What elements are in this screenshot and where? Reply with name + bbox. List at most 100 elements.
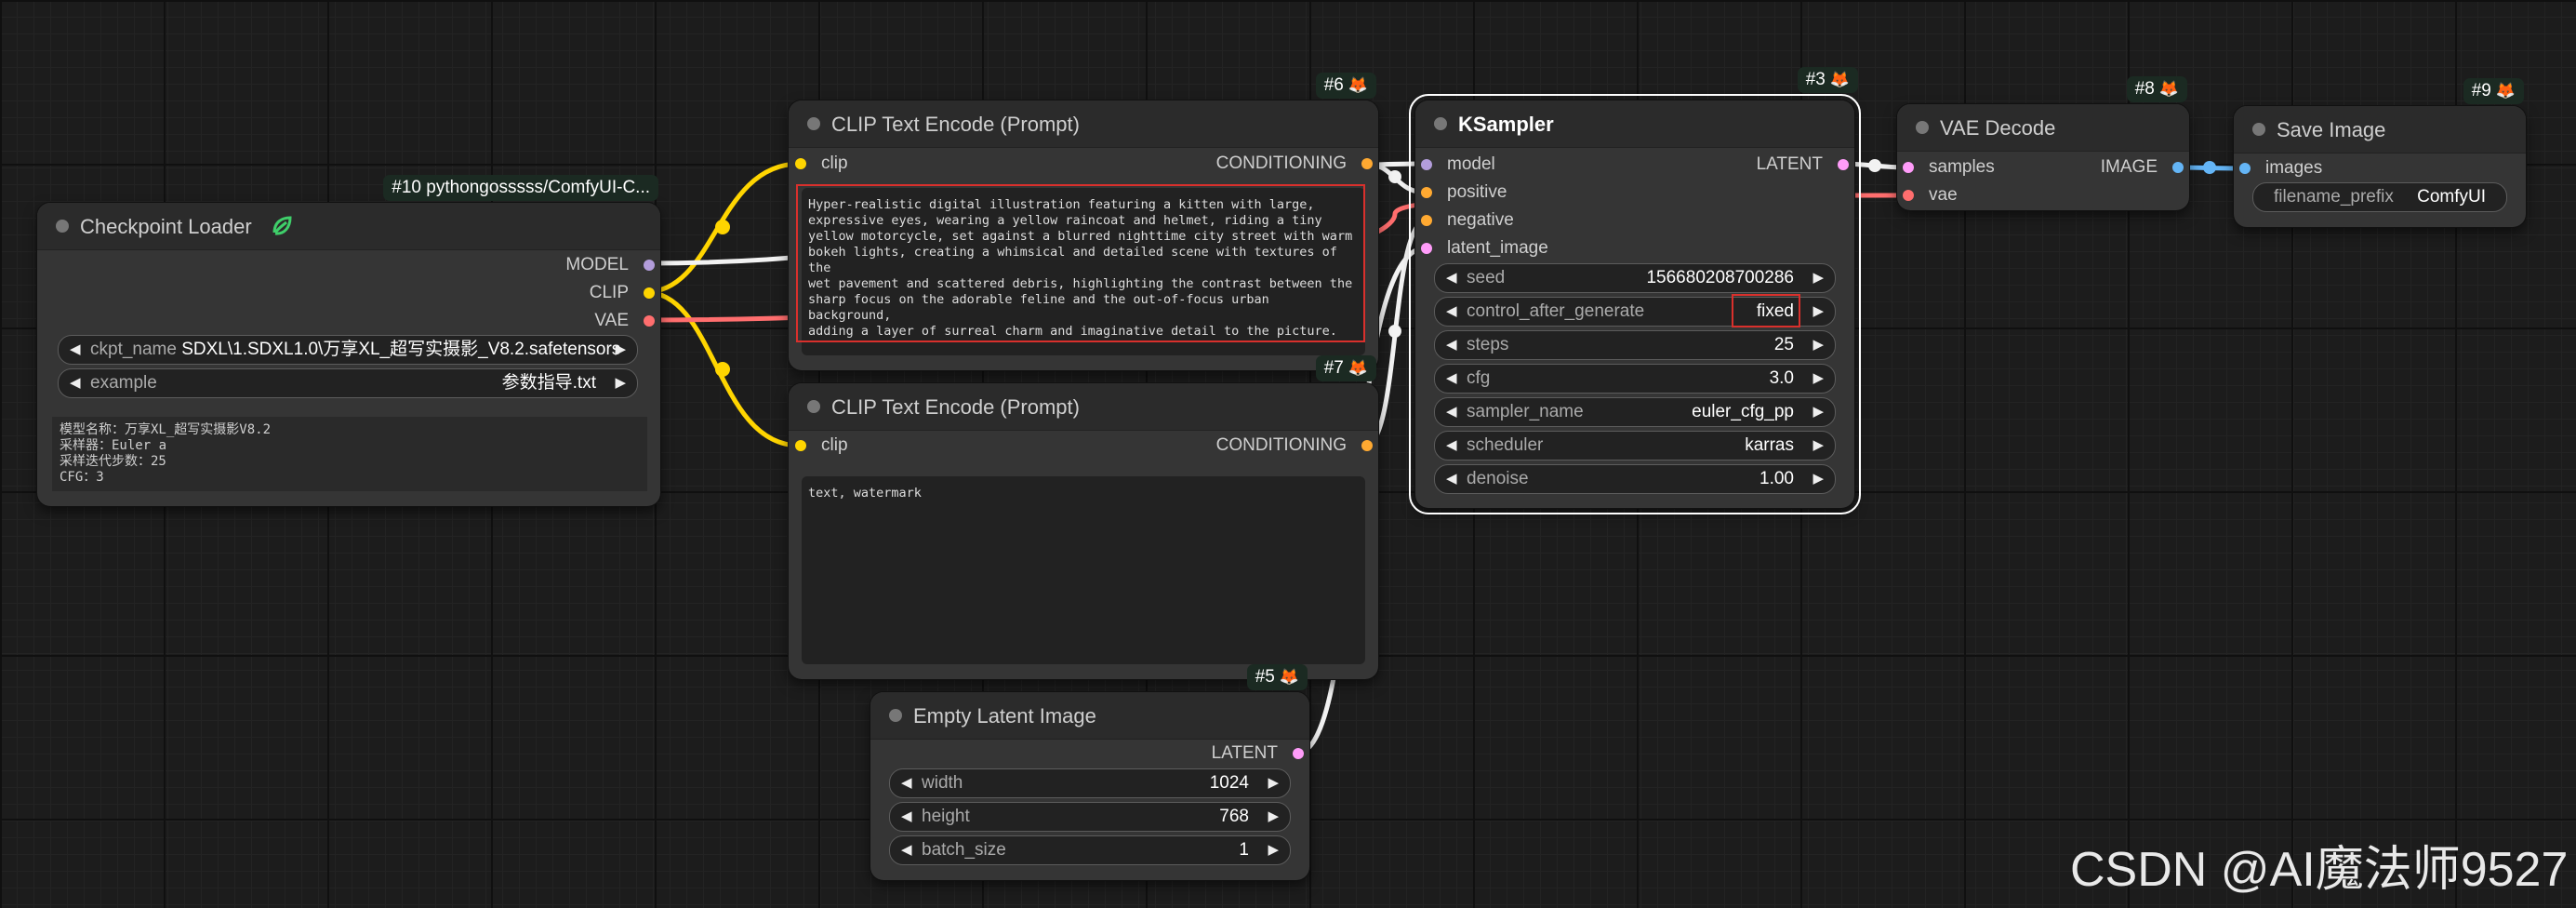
latent-pin-icon[interactable] <box>1903 162 1914 173</box>
node-title-bar[interactable]: CLIP Text Encode (Prompt) <box>789 383 1378 431</box>
node-title-bar[interactable]: Checkpoint Loader <box>37 203 660 250</box>
arrow-right-icon[interactable]: ▶ <box>615 369 626 397</box>
arrow-right-icon[interactable]: ▶ <box>1812 465 1824 493</box>
output-model[interactable]: MODEL <box>565 255 655 275</box>
widget-label: seed <box>1467 268 1506 287</box>
node-title: Checkpoint Loader <box>80 215 252 238</box>
clip-pin-icon[interactable] <box>644 287 655 299</box>
batch-size-number[interactable]: ◀ batch_size 1 ▶ <box>889 835 1291 865</box>
node-title-bar[interactable]: Save Image <box>2234 106 2526 154</box>
node-title-bar[interactable]: Empty Latent Image <box>870 692 1309 740</box>
collapse-dot-icon[interactable] <box>56 220 69 233</box>
scheduler-combo[interactable]: ◀ scheduler karras ▶ <box>1434 431 1836 461</box>
collapse-dot-icon[interactable] <box>1916 121 1929 134</box>
latent-pin-icon[interactable] <box>1838 159 1849 170</box>
vae-pin-icon[interactable] <box>644 315 655 327</box>
clip-pin-icon[interactable] <box>795 440 806 451</box>
arrow-left-icon[interactable]: ◀ <box>1446 465 1457 493</box>
prompt-textarea[interactable]: text, watermark <box>802 476 1365 664</box>
arrow-left-icon[interactable]: ◀ <box>70 369 81 397</box>
arrow-right-icon[interactable]: ▶ <box>615 336 626 364</box>
input-clip[interactable]: clip <box>795 154 848 174</box>
arrow-left-icon[interactable]: ◀ <box>1446 298 1457 326</box>
collapse-dot-icon[interactable] <box>2252 123 2265 136</box>
cfg-number[interactable]: ◀ cfg 3.0 ▶ <box>1434 364 1836 394</box>
collapse-dot-icon[interactable] <box>889 709 902 722</box>
arrow-left-icon[interactable]: ◀ <box>70 336 81 364</box>
collapse-dot-icon[interactable] <box>807 400 820 413</box>
image-pin-icon[interactable] <box>2172 162 2184 173</box>
latent-pin-icon[interactable] <box>1421 243 1432 254</box>
example-combo[interactable]: ◀ example 参数指导.txt ▶ <box>58 368 638 398</box>
arrow-right-icon[interactable]: ▶ <box>1812 264 1824 292</box>
empty-latent-image-node[interactable]: #5 🦊 Empty Latent Image LATENT ◀ width 10… <box>870 664 1309 880</box>
vae-decode-node[interactable]: #8 🦊 VAE Decode samples vae IMAGE <box>1897 76 2189 210</box>
output-conditioning[interactable]: CONDITIONING <box>1216 435 1373 456</box>
filename-prefix-input[interactable]: filename_prefix ComfyUI <box>2252 182 2507 212</box>
node-badge: #6 🦊 <box>1315 73 1376 99</box>
checkpoint-loader-node[interactable]: #10 pythongosssss/ComfyUI-C... Checkpoin… <box>37 175 660 506</box>
denoise-number[interactable]: ◀ denoise 1.00 ▶ <box>1434 464 1836 494</box>
input-model[interactable]: model <box>1421 154 1495 175</box>
output-conditioning[interactable]: CONDITIONING <box>1216 154 1373 174</box>
latent-pin-icon[interactable] <box>1293 748 1304 759</box>
model-pin-icon[interactable] <box>644 260 655 271</box>
arrow-right-icon[interactable]: ▶ <box>1268 836 1279 864</box>
save-image-node[interactable]: #9 🦊 Save Image images filename_prefix Co… <box>2234 78 2526 227</box>
arrow-left-icon[interactable]: ◀ <box>1446 432 1457 460</box>
ksampler-node[interactable]: #3 🦊 KSampler model positive negative lat… <box>1409 67 1861 514</box>
fox-icon: 🦊 <box>2495 82 2516 100</box>
input-positive[interactable]: positive <box>1421 182 1507 203</box>
arrow-left-icon[interactable]: ◀ <box>1446 331 1457 359</box>
input-images[interactable]: images <box>2239 158 2322 179</box>
node-title-bar[interactable]: VAE Decode <box>1897 104 2189 152</box>
widget-value: 3.0 <box>1769 368 1794 388</box>
arrow-right-icon[interactable]: ▶ <box>1812 331 1824 359</box>
conditioning-pin-icon[interactable] <box>1361 440 1373 451</box>
conditioning-pin-icon[interactable] <box>1421 187 1432 198</box>
arrow-right-icon[interactable]: ▶ <box>1812 398 1824 426</box>
arrow-right-icon[interactable]: ▶ <box>1268 803 1279 831</box>
collapse-dot-icon[interactable] <box>807 117 820 130</box>
arrow-left-icon[interactable]: ◀ <box>1446 365 1457 393</box>
collapse-dot-icon[interactable] <box>1434 117 1447 130</box>
arrow-left-icon[interactable]: ◀ <box>1446 398 1457 426</box>
arrow-right-icon[interactable]: ▶ <box>1812 298 1824 326</box>
seed-number[interactable]: ◀ seed 156680208700286 ▶ <box>1434 263 1836 293</box>
widget-label: batch_size <box>922 840 1006 860</box>
arrow-left-icon[interactable]: ◀ <box>901 803 912 831</box>
clip-text-encode-positive-node[interactable]: #6 🦊 CLIP Text Encode (Prompt) clip CONDI… <box>789 73 1378 370</box>
input-samples[interactable]: samples <box>1903 157 1995 178</box>
input-vae[interactable]: vae <box>1903 185 1958 206</box>
clip-text-encode-negative-node[interactable]: #7 🦊 CLIP Text Encode (Prompt) clip CONDI… <box>789 355 1378 679</box>
node-title-bar[interactable]: CLIP Text Encode (Prompt) <box>789 100 1378 148</box>
widget-label: denoise <box>1467 469 1529 488</box>
output-vae[interactable]: VAE <box>594 311 655 331</box>
steps-number[interactable]: ◀ steps 25 ▶ <box>1434 330 1836 360</box>
output-image[interactable]: IMAGE <box>2101 157 2184 178</box>
width-number[interactable]: ◀ width 1024 ▶ <box>889 768 1291 798</box>
output-clip[interactable]: CLIP <box>590 283 655 303</box>
arrow-left-icon[interactable]: ◀ <box>1446 264 1457 292</box>
input-negative[interactable]: negative <box>1421 210 1514 231</box>
sampler-name-combo[interactable]: ◀ sampler_name euler_cfg_pp ▶ <box>1434 397 1836 427</box>
arrow-right-icon[interactable]: ▶ <box>1268 769 1279 797</box>
vae-pin-icon[interactable] <box>1903 190 1914 201</box>
height-number[interactable]: ◀ height 768 ▶ <box>889 802 1291 832</box>
arrow-left-icon[interactable]: ◀ <box>901 769 912 797</box>
input-latent-image[interactable]: latent_image <box>1421 238 1548 259</box>
model-pin-icon[interactable] <box>1421 159 1432 170</box>
clip-pin-icon[interactable] <box>795 158 806 169</box>
arrow-left-icon[interactable]: ◀ <box>901 836 912 864</box>
input-clip[interactable]: clip <box>795 435 848 456</box>
arrow-right-icon[interactable]: ▶ <box>1812 432 1824 460</box>
conditioning-pin-icon[interactable] <box>1361 158 1373 169</box>
arrow-right-icon[interactable]: ▶ <box>1812 365 1824 393</box>
ckpt-name-combo[interactable]: ◀ ckpt_name SDXL\1.SDXL1.0\万享XL_超写实摄影_V8… <box>58 335 638 365</box>
image-pin-icon[interactable] <box>2239 163 2251 174</box>
node-title-bar[interactable]: KSampler <box>1415 100 1854 148</box>
conditioning-pin-icon[interactable] <box>1421 215 1432 226</box>
output-latent[interactable]: LATENT <box>1757 154 1849 175</box>
node-badge: #8 🦊 <box>2126 76 2187 102</box>
output-latent[interactable]: LATENT <box>1212 743 1304 764</box>
